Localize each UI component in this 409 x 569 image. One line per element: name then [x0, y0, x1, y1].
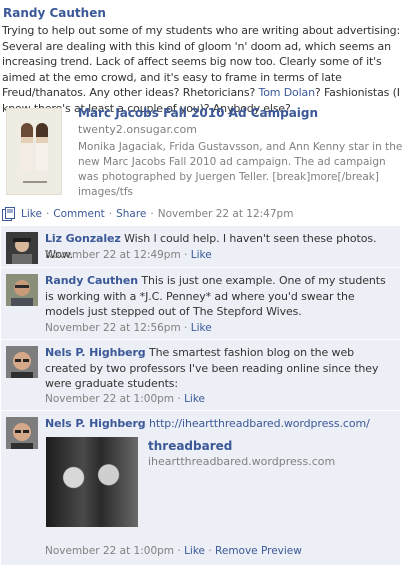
separator: ·	[177, 393, 181, 405]
comment-text: Nels P. Highberg The smartest fashion bl…	[45, 345, 397, 392]
preview-title[interactable]: threadbared	[148, 439, 232, 453]
avatar[interactable]	[6, 274, 38, 306]
comment-like-link[interactable]: Like	[191, 249, 212, 261]
post-actions: Like · Comment · Share · November 22 at …	[2, 207, 293, 221]
comment-item: Liz Gonzalez Wish I could help. I haven'…	[1, 226, 400, 268]
remove-preview-link[interactable]: Remove Preview	[215, 545, 302, 557]
post-timestamp[interactable]: November 22 at 12:47pm	[158, 208, 294, 220]
comment-timestamp[interactable]: November 22 at 1:00pm	[45, 393, 174, 405]
comment-meta: November 22 at 12:56pm · Like	[45, 322, 212, 334]
comment-author[interactable]: Nels P. Highberg	[45, 417, 146, 430]
separator: ·	[45, 208, 50, 220]
separator: ·	[184, 322, 188, 334]
comment-meta: November 22 at 1:00pm · Like · Remove Pr…	[45, 545, 302, 557]
comment-url-link[interactable]: http://iheartthreadbared.wordpress.com/	[149, 417, 370, 430]
separator: ·	[208, 545, 212, 557]
avatar[interactable]	[6, 417, 38, 449]
comment-meta: November 22 at 12:49pm · Like	[45, 249, 212, 261]
avatar[interactable]	[6, 232, 38, 264]
link-preview: threadbared iheartthreadbared.wordpress.…	[46, 437, 396, 542]
separator: ·	[184, 249, 188, 261]
attachment-title[interactable]: Marc Jacobs Fall 2010 Ad Campaign	[78, 106, 318, 120]
comment-like-link[interactable]: Like	[184, 393, 205, 405]
comment-timestamp[interactable]: November 22 at 12:56pm	[45, 322, 181, 334]
post-author[interactable]: Randy Cauthen	[3, 6, 106, 20]
comment-author[interactable]: Liz Gonzalez	[45, 232, 121, 245]
comment-timestamp[interactable]: November 22 at 1:00pm	[45, 545, 174, 557]
comment-like-link[interactable]: Like	[184, 545, 205, 557]
comment-author[interactable]: Nels P. Highberg	[45, 346, 146, 359]
attachment-thumbnail[interactable]	[6, 108, 62, 195]
like-link[interactable]: Like	[21, 208, 42, 220]
comment-item: Nels P. Highberg The smartest fashion bl…	[1, 340, 400, 411]
preview-image[interactable]	[46, 437, 138, 527]
comment-text: Randy Cauthen This is just one example. …	[45, 273, 397, 320]
comment-like-link[interactable]: Like	[191, 322, 212, 334]
link-attachment: Marc Jacobs Fall 2010 Ad Campaign twenty…	[6, 100, 402, 205]
comment-item: Randy Cauthen This is just one example. …	[1, 268, 400, 340]
link-share-icon	[2, 207, 17, 221]
separator: ·	[108, 208, 113, 220]
attachment-url: twenty2.onsugar.com	[78, 123, 197, 136]
comment-author[interactable]: Randy Cauthen	[45, 274, 138, 287]
share-link[interactable]: Share	[116, 208, 146, 220]
mention-link[interactable]: Tom Dolan	[259, 86, 316, 99]
comment-item: Nels P. Highberg http://iheartthreadbare…	[1, 411, 400, 566]
comment-meta: November 22 at 1:00pm · Like	[45, 393, 205, 405]
separator: ·	[150, 208, 154, 220]
avatar[interactable]	[6, 346, 38, 378]
preview-url: iheartthreadbared.wordpress.com	[148, 455, 336, 468]
comment-timestamp[interactable]: November 22 at 12:49pm	[45, 249, 181, 261]
attachment-description: Monika Jagaciak, Frida Gustavsson, and A…	[78, 141, 403, 198]
comment-link[interactable]: Comment	[53, 208, 104, 220]
comment-text: Nels P. Highberg http://iheartthreadbare…	[45, 416, 397, 432]
separator: ·	[177, 545, 181, 557]
